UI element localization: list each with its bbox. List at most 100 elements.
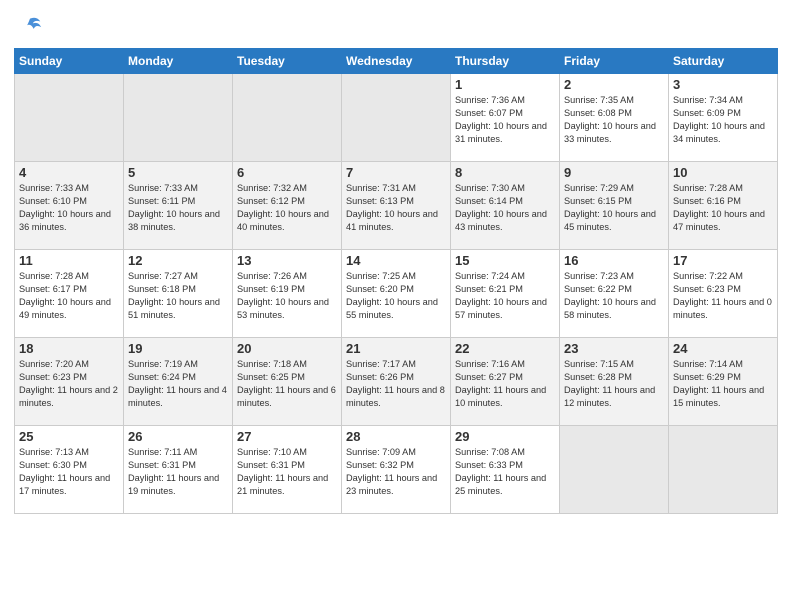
header <box>14 10 778 42</box>
day-info: Sunrise: 7:11 AM Sunset: 6:31 PM Dayligh… <box>128 446 228 498</box>
day-info: Sunrise: 7:15 AM Sunset: 6:28 PM Dayligh… <box>564 358 664 410</box>
day-info: Sunrise: 7:29 AM Sunset: 6:15 PM Dayligh… <box>564 182 664 234</box>
calendar-week-row: 4 Sunrise: 7:33 AM Sunset: 6:10 PM Daylig… <box>15 162 778 250</box>
day-of-week-header: Tuesday <box>233 49 342 74</box>
calendar-cell: 24 Sunrise: 7:14 AM Sunset: 6:29 PM Dayli… <box>669 338 778 426</box>
calendar-cell <box>233 74 342 162</box>
calendar-cell <box>669 426 778 514</box>
day-info: Sunrise: 7:34 AM Sunset: 6:09 PM Dayligh… <box>673 94 773 146</box>
calendar-cell <box>560 426 669 514</box>
calendar-cell: 29Sunrise: 7:08 AM Sunset: 6:33 PM Dayli… <box>451 426 560 514</box>
day-of-week-header: Wednesday <box>342 49 451 74</box>
day-info: Sunrise: 7:33 AM Sunset: 6:11 PM Dayligh… <box>128 182 228 234</box>
day-info: Sunrise: 7:17 AM Sunset: 6:26 PM Dayligh… <box>346 358 446 410</box>
calendar-week-row: 18 Sunrise: 7:20 AM Sunset: 6:23 PM Dayli… <box>15 338 778 426</box>
day-of-week-header: Sunday <box>15 49 124 74</box>
day-number: 27 <box>237 429 337 444</box>
calendar-cell: 12 Sunrise: 7:27 AM Sunset: 6:18 PM Dayli… <box>124 250 233 338</box>
calendar-cell: 26 Sunrise: 7:11 AM Sunset: 6:31 PM Dayli… <box>124 426 233 514</box>
day-info: Sunrise: 7:24 AM Sunset: 6:21 PM Dayligh… <box>455 270 555 322</box>
day-number: 26 <box>128 429 228 444</box>
day-info: Sunrise: 7:32 AM Sunset: 6:12 PM Dayligh… <box>237 182 337 234</box>
day-info: Sunrise: 7:36 AM Sunset: 6:07 PM Dayligh… <box>455 94 555 146</box>
calendar-cell: 5 Sunrise: 7:33 AM Sunset: 6:11 PM Daylig… <box>124 162 233 250</box>
day-info: Sunrise: 7:14 AM Sunset: 6:29 PM Dayligh… <box>673 358 773 410</box>
day-info: Sunrise: 7:27 AM Sunset: 6:18 PM Dayligh… <box>128 270 228 322</box>
day-info: Sunrise: 7:28 AM Sunset: 6:17 PM Dayligh… <box>19 270 119 322</box>
day-number: 23 <box>564 341 664 356</box>
day-number: 24 <box>673 341 773 356</box>
day-info: Sunrise: 7:22 AM Sunset: 6:23 PM Dayligh… <box>673 270 773 322</box>
calendar-cell: 4 Sunrise: 7:33 AM Sunset: 6:10 PM Daylig… <box>15 162 124 250</box>
logo <box>14 14 44 42</box>
day-number: 9 <box>564 165 664 180</box>
calendar-cell: 15Sunrise: 7:24 AM Sunset: 6:21 PM Dayli… <box>451 250 560 338</box>
calendar-cell <box>342 74 451 162</box>
day-info: Sunrise: 7:08 AM Sunset: 6:33 PM Dayligh… <box>455 446 555 498</box>
day-number: 28 <box>346 429 446 444</box>
calendar-cell: 18 Sunrise: 7:20 AM Sunset: 6:23 PM Dayli… <box>15 338 124 426</box>
day-info: Sunrise: 7:13 AM Sunset: 6:30 PM Dayligh… <box>19 446 119 498</box>
day-info: Sunrise: 7:25 AM Sunset: 6:20 PM Dayligh… <box>346 270 446 322</box>
day-info: Sunrise: 7:26 AM Sunset: 6:19 PM Dayligh… <box>237 270 337 322</box>
calendar-week-row: 25 Sunrise: 7:13 AM Sunset: 6:30 PM Dayli… <box>15 426 778 514</box>
day-of-week-header: Monday <box>124 49 233 74</box>
day-number: 4 <box>19 165 119 180</box>
day-number: 19 <box>128 341 228 356</box>
calendar-cell: 20 Sunrise: 7:18 AM Sunset: 6:25 PM Dayli… <box>233 338 342 426</box>
calendar-cell: 10Sunrise: 7:28 AM Sunset: 6:16 PM Dayli… <box>669 162 778 250</box>
calendar-cell: 7 Sunrise: 7:31 AM Sunset: 6:13 PM Daylig… <box>342 162 451 250</box>
calendar-cell: 17 Sunrise: 7:22 AM Sunset: 6:23 PM Dayli… <box>669 250 778 338</box>
day-number: 16 <box>564 253 664 268</box>
day-number: 11 <box>19 253 119 268</box>
day-number: 18 <box>19 341 119 356</box>
page: SundayMondayTuesdayWednesdayThursdayFrid… <box>0 0 792 612</box>
day-info: Sunrise: 7:35 AM Sunset: 6:08 PM Dayligh… <box>564 94 664 146</box>
day-info: Sunrise: 7:23 AM Sunset: 6:22 PM Dayligh… <box>564 270 664 322</box>
day-info: Sunrise: 7:31 AM Sunset: 6:13 PM Dayligh… <box>346 182 446 234</box>
day-info: Sunrise: 7:30 AM Sunset: 6:14 PM Dayligh… <box>455 182 555 234</box>
calendar-cell: 21 Sunrise: 7:17 AM Sunset: 6:26 PM Dayli… <box>342 338 451 426</box>
day-number: 7 <box>346 165 446 180</box>
calendar-cell: 28 Sunrise: 7:09 AM Sunset: 6:32 PM Dayli… <box>342 426 451 514</box>
calendar-cell <box>124 74 233 162</box>
day-number: 12 <box>128 253 228 268</box>
day-number: 6 <box>237 165 337 180</box>
calendar-cell: 6 Sunrise: 7:32 AM Sunset: 6:12 PM Daylig… <box>233 162 342 250</box>
calendar-cell: 9 Sunrise: 7:29 AM Sunset: 6:15 PM Daylig… <box>560 162 669 250</box>
calendar-cell: 13 Sunrise: 7:26 AM Sunset: 6:19 PM Dayli… <box>233 250 342 338</box>
day-info: Sunrise: 7:09 AM Sunset: 6:32 PM Dayligh… <box>346 446 446 498</box>
calendar-cell: 16 Sunrise: 7:23 AM Sunset: 6:22 PM Dayli… <box>560 250 669 338</box>
day-number: 13 <box>237 253 337 268</box>
day-number: 25 <box>19 429 119 444</box>
day-info: Sunrise: 7:10 AM Sunset: 6:31 PM Dayligh… <box>237 446 337 498</box>
day-number: 1 <box>455 77 555 92</box>
day-of-week-header: Friday <box>560 49 669 74</box>
day-info: Sunrise: 7:16 AM Sunset: 6:27 PM Dayligh… <box>455 358 555 410</box>
calendar-cell: 27 Sunrise: 7:10 AM Sunset: 6:31 PM Dayli… <box>233 426 342 514</box>
day-info: Sunrise: 7:33 AM Sunset: 6:10 PM Dayligh… <box>19 182 119 234</box>
day-number: 21 <box>346 341 446 356</box>
calendar-cell <box>15 74 124 162</box>
calendar-cell: 19 Sunrise: 7:19 AM Sunset: 6:24 PM Dayli… <box>124 338 233 426</box>
logo-bird-icon <box>16 14 44 42</box>
day-number: 3 <box>673 77 773 92</box>
day-of-week-header: Thursday <box>451 49 560 74</box>
calendar-cell: 3 Sunrise: 7:34 AM Sunset: 6:09 PM Daylig… <box>669 74 778 162</box>
calendar-week-row: 11 Sunrise: 7:28 AM Sunset: 6:17 PM Dayli… <box>15 250 778 338</box>
calendar-cell: 8Sunrise: 7:30 AM Sunset: 6:14 PM Daylig… <box>451 162 560 250</box>
day-number: 17 <box>673 253 773 268</box>
calendar-header-row: SundayMondayTuesdayWednesdayThursdayFrid… <box>15 49 778 74</box>
calendar-cell: 22Sunrise: 7:16 AM Sunset: 6:27 PM Dayli… <box>451 338 560 426</box>
day-number: 20 <box>237 341 337 356</box>
day-info: Sunrise: 7:18 AM Sunset: 6:25 PM Dayligh… <box>237 358 337 410</box>
day-number: 14 <box>346 253 446 268</box>
day-info: Sunrise: 7:20 AM Sunset: 6:23 PM Dayligh… <box>19 358 119 410</box>
calendar-cell: 1 Sunrise: 7:36 AM Sunset: 6:07 PM Daylig… <box>451 74 560 162</box>
day-number: 10 <box>673 165 773 180</box>
calendar-cell: 11 Sunrise: 7:28 AM Sunset: 6:17 PM Dayli… <box>15 250 124 338</box>
calendar-cell: 2Sunrise: 7:35 AM Sunset: 6:08 PM Daylig… <box>560 74 669 162</box>
day-info: Sunrise: 7:19 AM Sunset: 6:24 PM Dayligh… <box>128 358 228 410</box>
day-number: 5 <box>128 165 228 180</box>
calendar-cell: 25 Sunrise: 7:13 AM Sunset: 6:30 PM Dayli… <box>15 426 124 514</box>
